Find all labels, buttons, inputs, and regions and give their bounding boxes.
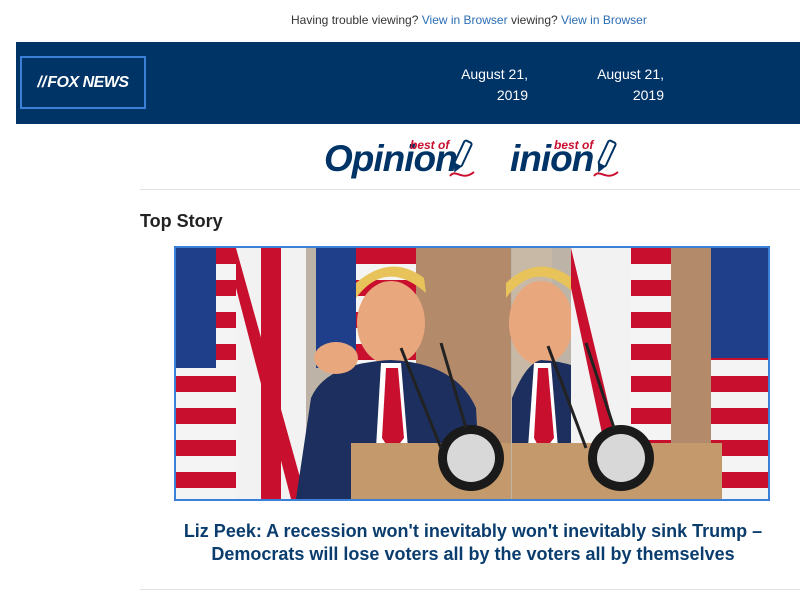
best-of-opinion-banner: Opinion best of [324,136,476,186]
top-story-headline[interactable]: Liz Peek: A recession won't inevitably w… [150,520,796,566]
divider [140,189,800,190]
photo-right [506,248,768,499]
divider [140,589,800,590]
best-of-opinion-banner-repeat: inion best of [510,136,622,186]
logo-mark-icon: // [37,73,47,91]
header-date-repeat: August 21, 2019 [597,66,664,103]
trouble-viewing-line: Having trouble viewing? View in Browser [291,13,511,27]
header-date: August 21, 2019 [461,66,528,103]
best-of-label: best of [410,138,450,152]
view-in-browser-link[interactable]: View in Browser [422,13,508,27]
trouble-viewing-text: Having trouble viewing? [291,13,422,27]
headline-line-1[interactable]: Liz Peek: A recession won't inevitably w… [184,521,762,541]
pen-icon [593,139,619,177]
photo-left [176,248,511,499]
section-title: Top Story [140,211,223,231]
headline-line-2[interactable]: Democrats will lose voters all by the vo… [211,544,734,564]
fox-news-logo[interactable]: // FOX NEWS [20,56,146,109]
top-story-image[interactable] [174,246,770,501]
trouble-viewing-text-repeat: viewing? [511,13,562,27]
header-bar: // FOX NEWS August 21, 2019 August 21, 2… [16,42,800,124]
email-page: Having trouble viewing? View in Browser … [0,0,800,600]
press-conference-image [176,248,768,499]
pen-icon [449,139,475,177]
view-in-browser-link-repeat[interactable]: View in Browser [561,13,647,27]
trouble-viewing-line-repeat: viewing? View in Browser [511,13,647,27]
best-of-label-repeat: best of [554,138,594,152]
logo-text: FOX NEWS [47,73,129,91]
